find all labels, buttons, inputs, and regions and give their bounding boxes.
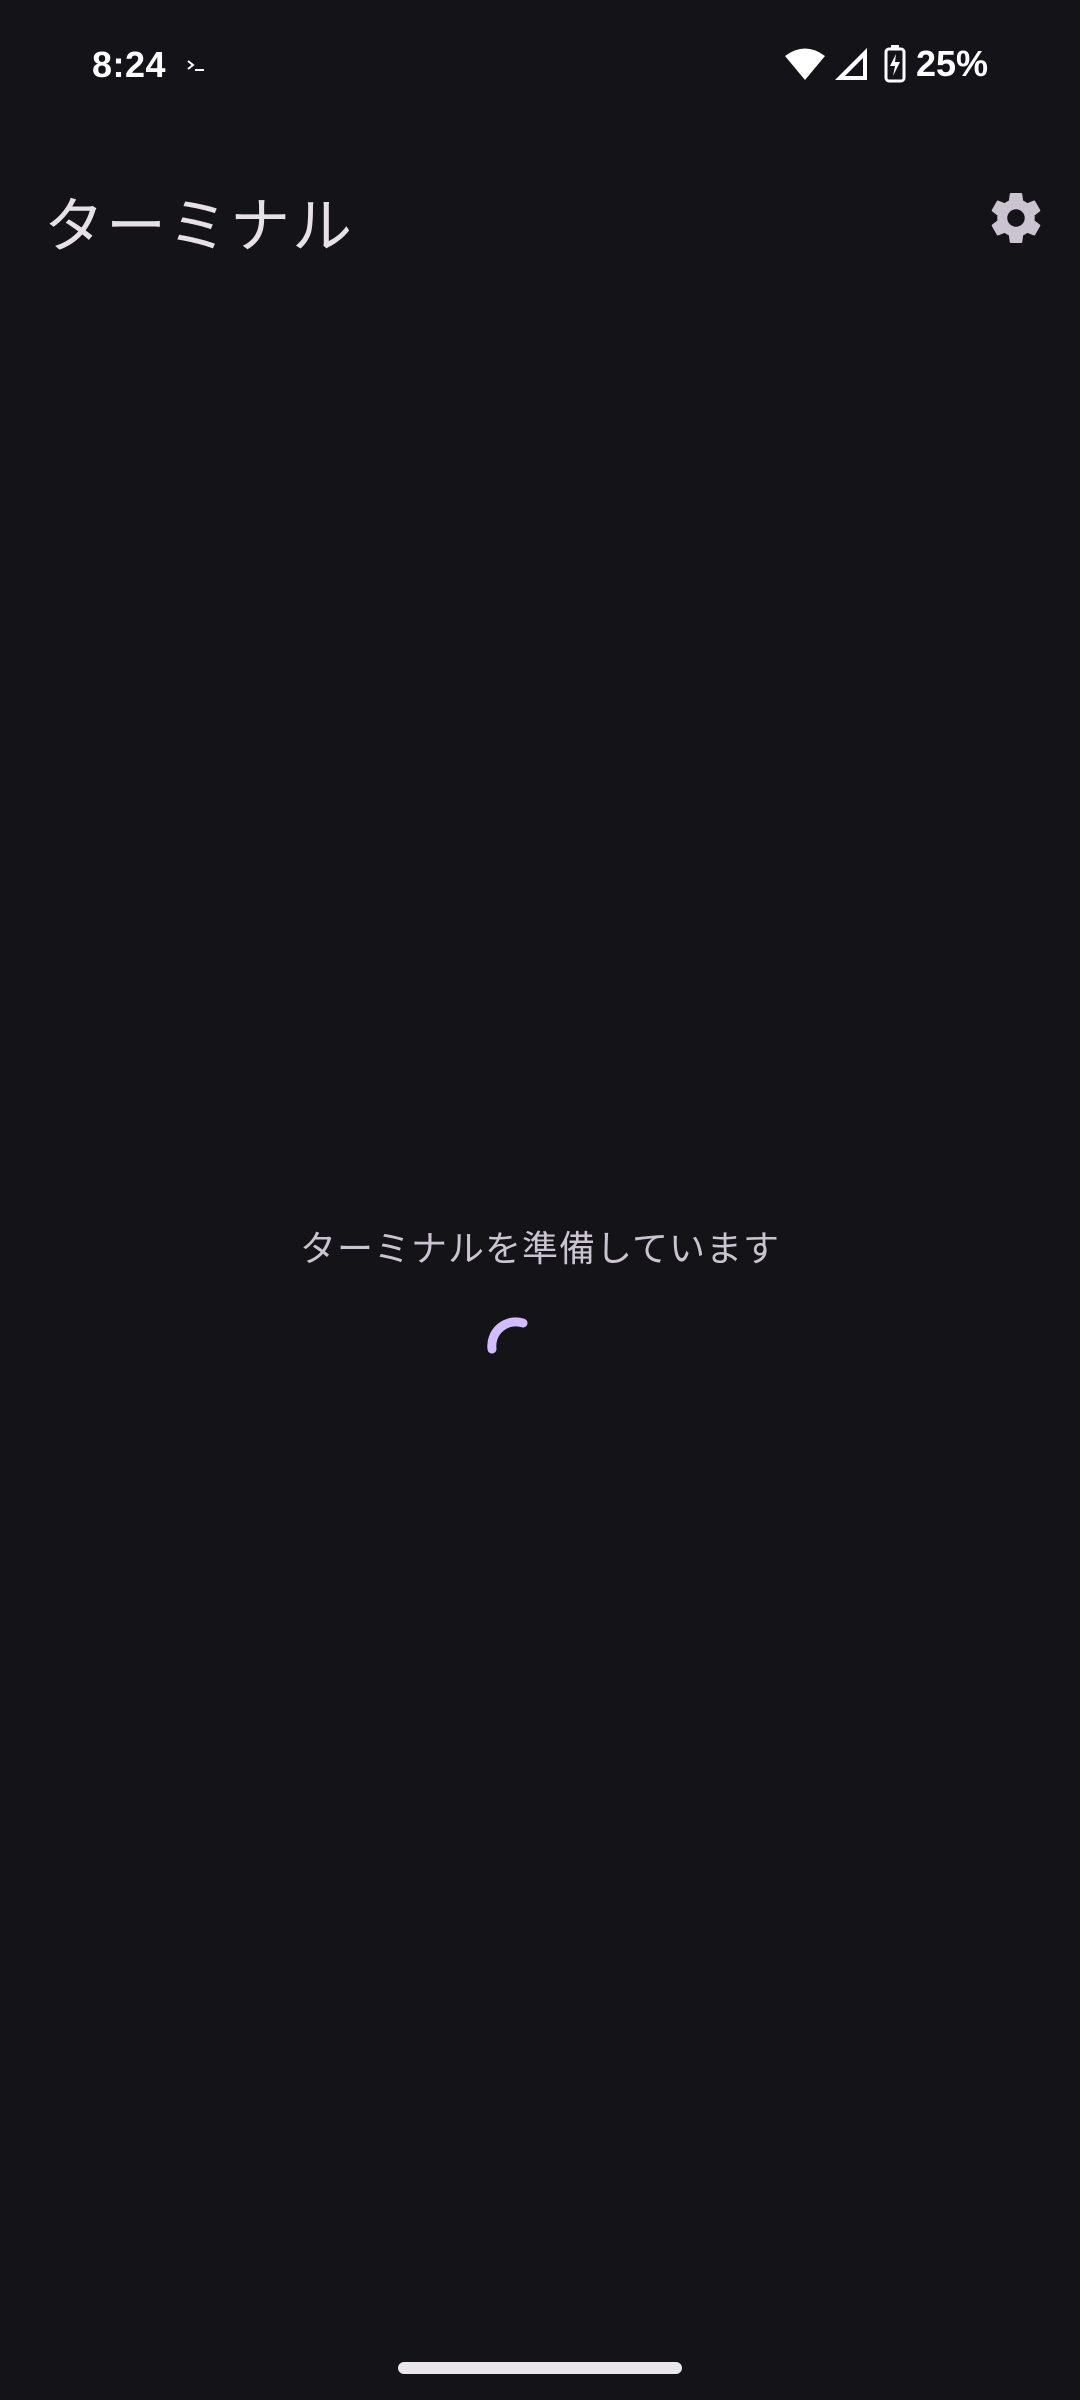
cell-signal-icon — [834, 48, 867, 80]
terminal-notification-icon — [187, 60, 204, 71]
loading-message: ターミナルを準備しています — [300, 1229, 780, 1270]
status-icons: 25% — [784, 42, 988, 86]
progress-spinner-icon — [487, 1317, 528, 1354]
status-bar: 8:24 25% — [0, 0, 1080, 130]
gear-icon — [991, 193, 1041, 243]
loading-area: ターミナルを準備しています — [0, 1220, 1080, 1354]
settings-button[interactable] — [980, 182, 1052, 254]
wifi-icon — [784, 48, 825, 80]
page-title: ターミナル — [44, 192, 354, 262]
battery-percent: 25% — [915, 43, 988, 84]
battery-charging-icon — [884, 45, 906, 83]
app-bar: ターミナル — [0, 160, 1080, 270]
status-time: 8:24 — [92, 44, 167, 85]
gesture-navigation-bar[interactable] — [398, 2362, 682, 2374]
